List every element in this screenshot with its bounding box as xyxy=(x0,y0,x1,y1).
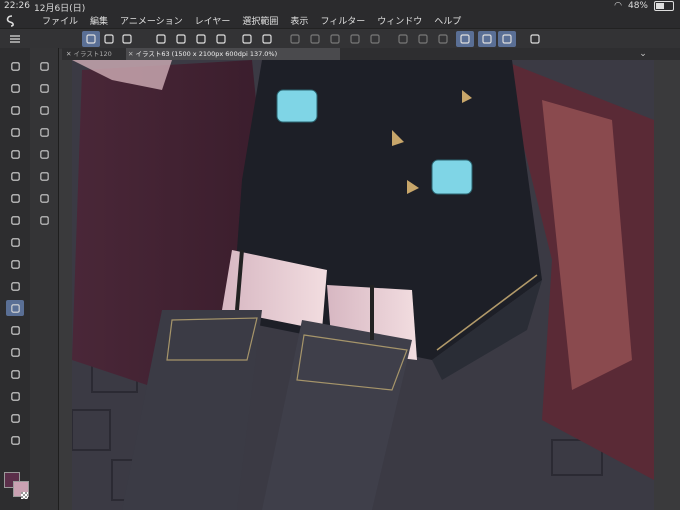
fill-icon[interactable] xyxy=(346,31,364,47)
pencil-tool-icon[interactable] xyxy=(6,234,24,250)
help-icon[interactable] xyxy=(526,31,544,47)
menu-bar: 22:26 12月6日(日) ◠ 48% ファイル 編集 アニメーション レイヤー 選択… xyxy=(0,0,680,28)
menu-item[interactable]: ヘルプ xyxy=(428,14,467,27)
blend-tool-icon[interactable] xyxy=(6,322,24,338)
menu-item[interactable]: ファイル xyxy=(36,14,84,27)
artwork-illustration xyxy=(72,60,654,510)
stepper-icon[interactable] xyxy=(100,31,118,47)
command-bar xyxy=(0,28,680,49)
redo-icon[interactable] xyxy=(258,31,276,47)
wifi-icon: ◠ xyxy=(614,1,622,11)
crop-icon[interactable] xyxy=(434,31,452,47)
navigator-icon[interactable] xyxy=(35,190,53,206)
save-icon[interactable] xyxy=(192,31,210,47)
export-icon[interactable] xyxy=(212,31,230,47)
battery-percent: 48% xyxy=(627,1,648,11)
date: 12月6日(日) xyxy=(34,4,86,14)
lasso-tool-icon[interactable] xyxy=(6,190,24,206)
tab-illust-120[interactable]: ✕ イラスト120 xyxy=(64,48,126,60)
airbrush-tool-icon[interactable] xyxy=(6,278,24,294)
fill-tool-icon[interactable] xyxy=(6,344,24,360)
operation-tool-icon[interactable] xyxy=(6,102,24,118)
move-tool-icon[interactable] xyxy=(6,124,24,140)
brush-size-icon[interactable] xyxy=(82,31,100,47)
sub-palette xyxy=(30,48,59,510)
figure-tool-icon[interactable] xyxy=(6,410,24,426)
clear-outside-icon[interactable] xyxy=(414,31,432,47)
battery-level xyxy=(656,3,664,9)
eraser-tool-icon[interactable] xyxy=(6,388,24,404)
line-tool-icon[interactable] xyxy=(6,432,24,448)
gradient-tool-icon[interactable] xyxy=(6,366,24,382)
document-tabs: ✕ イラスト120 ✕ イラスト63 (1500 x 2100px 600dpi 1… xyxy=(62,48,680,60)
menu-item[interactable]: 表示 xyxy=(284,14,314,27)
magnifier-tool-icon[interactable] xyxy=(6,58,24,74)
eyedropper-tool-icon[interactable] xyxy=(6,146,24,162)
hand-tool-icon[interactable] xyxy=(6,80,24,96)
color-wheel-icon[interactable] xyxy=(35,146,53,162)
main-menu: ファイル 編集 アニメーション レイヤー 選択範囲 表示 フィルター ウィンドウ ヘルプ xyxy=(36,14,467,27)
canvas-artwork[interactable] xyxy=(72,60,654,510)
menu-item[interactable]: ウィンドウ xyxy=(371,14,428,27)
undo-icon[interactable] xyxy=(238,31,256,47)
menu-item[interactable]: 選択範囲 xyxy=(236,14,284,27)
chevron-down-icon[interactable]: ⌄ xyxy=(636,48,650,60)
status-area: ◠ 48% xyxy=(614,1,674,11)
deselect-icon[interactable] xyxy=(286,31,304,47)
auto-select-tool-icon[interactable] xyxy=(6,168,24,184)
close-tab-icon[interactable]: ✕ xyxy=(66,50,71,58)
tool-palette xyxy=(0,48,31,510)
snap-icon[interactable] xyxy=(118,31,136,47)
grid-snap-icon[interactable] xyxy=(498,31,516,47)
select-all-icon[interactable] xyxy=(306,31,324,47)
menu-item[interactable]: フィルター xyxy=(314,14,371,27)
layer-icon[interactable] xyxy=(35,124,53,140)
menu-icon[interactable] xyxy=(6,31,24,47)
timeline-icon[interactable] xyxy=(35,102,53,118)
clear-icon[interactable] xyxy=(394,31,412,47)
close-tab-icon[interactable]: ✕ xyxy=(128,50,133,58)
battery-icon xyxy=(654,1,674,11)
menu-item[interactable]: アニメーション xyxy=(114,14,189,27)
menu-item[interactable]: 編集 xyxy=(84,14,114,27)
transform-icon[interactable] xyxy=(366,31,384,47)
tab-illust-63[interactable]: ✕ イラスト63 (1500 x 2100px 600dpi 137.0%) xyxy=(126,48,340,60)
pen-tool-icon[interactable] xyxy=(6,212,24,228)
new-icon[interactable] xyxy=(152,31,170,47)
invert-icon[interactable] xyxy=(326,31,344,47)
tab-label: イラスト63 (1500 x 2100px 600dpi 137.0%) xyxy=(135,50,278,58)
open-icon[interactable] xyxy=(172,31,190,47)
decoration-tool-icon[interactable] xyxy=(6,300,24,316)
tab-label: イラスト120 xyxy=(73,50,112,58)
brush-tool-icon[interactable] xyxy=(6,256,24,272)
layer-select-icon[interactable] xyxy=(35,80,53,96)
app-logo-icon[interactable] xyxy=(4,13,20,27)
transparent-color-chip[interactable] xyxy=(21,492,28,499)
layer-move-icon[interactable] xyxy=(35,58,53,74)
menu-item[interactable]: レイヤー xyxy=(189,14,237,27)
ruler-snap-icon[interactable] xyxy=(456,31,474,47)
special-ruler-icon[interactable] xyxy=(478,31,496,47)
material-icon[interactable] xyxy=(35,212,53,228)
color-set-icon[interactable] xyxy=(35,168,53,184)
clock: 22:26 xyxy=(4,1,30,11)
